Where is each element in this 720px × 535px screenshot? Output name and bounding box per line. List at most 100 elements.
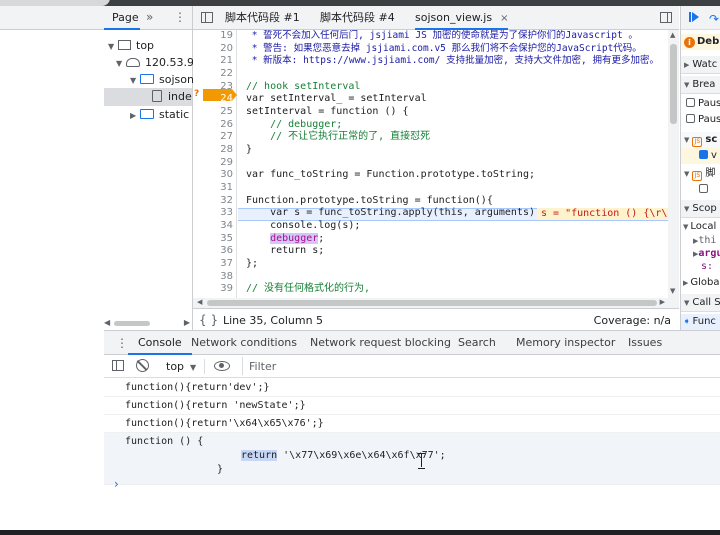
toggle-navigator-icon[interactable] xyxy=(201,12,213,23)
checkbox-checked[interactable] xyxy=(699,150,708,159)
line-number[interactable]: 33 xyxy=(193,207,233,220)
checkbox[interactable] xyxy=(686,98,695,107)
console-prompt[interactable]: › xyxy=(114,477,119,491)
breakpoint-file-snippet[interactable]: ▼ JS 脚 xyxy=(681,166,720,182)
line-gutter[interactable]: ? 19 20 21 22 23 24 25 26 27 28 29 30 31… xyxy=(193,30,237,298)
expanded-arrow-icon[interactable]: ▼ xyxy=(116,55,126,73)
expanded-arrow-icon[interactable]: ▼ xyxy=(684,299,689,307)
section-breakpoints[interactable]: ▼ Brea xyxy=(681,76,720,94)
expanded-arrow-icon[interactable]: ▼ xyxy=(684,205,689,213)
tab-snippet-4[interactable]: 脚本代码段 #4 xyxy=(320,6,395,30)
line-number[interactable]: 31 xyxy=(193,182,233,195)
scroll-left-icon[interactable]: ◀ xyxy=(197,298,202,306)
line-number[interactable]: 23 xyxy=(193,81,233,94)
section-watch[interactable]: ▶ Watc xyxy=(681,56,720,74)
console-message[interactable]: function(){return 'newState';} xyxy=(104,397,720,415)
scope-arguments[interactable]: ▶argu xyxy=(681,247,720,260)
line-number[interactable]: 34 xyxy=(193,220,233,233)
line-number[interactable]: 22 xyxy=(193,68,233,81)
scroll-right-icon[interactable]: ▶ xyxy=(660,298,665,306)
drawer-menu-icon[interactable]: ⋮ xyxy=(116,336,128,350)
close-tab-icon[interactable]: × xyxy=(500,13,508,24)
tree-item-folder-sojson[interactable]: ▼ sojson/ xyxy=(130,71,198,89)
line-number[interactable]: 26 xyxy=(193,119,233,132)
tab-search[interactable]: Search xyxy=(458,331,496,355)
console-message-expanded[interactable]: function () { return '\x77\x69\x6e\x64\x… xyxy=(104,433,720,485)
breakpoint-entry[interactable]: v xyxy=(681,148,720,164)
tab-snippet-1[interactable]: 脚本代码段 #1 xyxy=(225,6,300,30)
console-message[interactable]: function(){return'\x64\x65\x76';} xyxy=(104,415,720,433)
scroll-thumb[interactable] xyxy=(207,300,657,306)
line-number[interactable]: 25 xyxy=(193,106,233,119)
expanded-arrow-icon[interactable]: ▼ xyxy=(683,223,688,231)
tab-sojson-view-js[interactable]: sojson_view.js × xyxy=(415,6,509,30)
checkbox[interactable] xyxy=(699,184,708,193)
pause-caught-option[interactable]: Paus xyxy=(681,112,720,128)
collapsed-arrow-icon[interactable]: ▶ xyxy=(684,61,689,69)
code-area[interactable]: ? 19 20 21 22 23 24 25 26 27 28 29 30 31… xyxy=(193,30,679,298)
context-selector[interactable]: top ▼ xyxy=(166,360,196,373)
line-number[interactable]: 21 xyxy=(193,55,233,68)
tab-issues[interactable]: Issues xyxy=(628,331,662,355)
tab-memory-inspector[interactable]: Memory inspector xyxy=(516,331,615,355)
scope-local[interactable]: ▼ Local xyxy=(681,220,720,233)
pretty-print-icon[interactable]: { } xyxy=(199,313,218,327)
line-number[interactable]: 30 xyxy=(193,169,233,182)
expanded-arrow-icon[interactable]: ▼ xyxy=(684,136,689,144)
tab-network-conditions[interactable]: Network conditions xyxy=(191,331,297,355)
tree-item-folder-static[interactable]: ▶ static xyxy=(130,106,189,124)
section-call-stack[interactable]: ▼ Call S xyxy=(681,294,720,312)
console-filter-input[interactable] xyxy=(242,357,712,375)
live-expression-eye-icon[interactable] xyxy=(214,361,230,371)
scroll-down-icon[interactable]: ▼ xyxy=(670,287,675,295)
line-number[interactable]: 27 xyxy=(193,131,233,144)
tree-item-file-index[interactable]: inde xyxy=(104,88,192,106)
pause-uncaught-option[interactable]: Paus xyxy=(681,96,720,112)
breakpoint-file-sojson[interactable]: ▼ JS sc xyxy=(681,132,720,148)
line-number[interactable]: 32 xyxy=(193,195,233,208)
breakpoint-entry[interactable] xyxy=(681,182,720,198)
collapsed-arrow-icon[interactable]: ▶ xyxy=(683,279,688,287)
console-sidebar-icon[interactable] xyxy=(112,360,124,371)
line-number[interactable]: 19 xyxy=(193,30,233,43)
line-number[interactable]: 35 xyxy=(193,233,233,246)
console-message[interactable]: function(){return'dev';} xyxy=(104,379,720,397)
tab-console[interactable]: Console xyxy=(128,331,192,355)
scroll-thumb[interactable] xyxy=(670,44,677,124)
collapsed-arrow-icon[interactable]: ▶ xyxy=(130,107,140,125)
tab-page[interactable]: Page xyxy=(104,6,140,30)
more-tabs-icon[interactable]: » xyxy=(146,10,153,24)
tree-item-host[interactable]: ▼ 120.53.92 xyxy=(116,54,201,72)
step-over-icon[interactable]: ↷ xyxy=(709,10,719,28)
scroll-right-icon[interactable]: ▶ xyxy=(184,318,190,327)
expanded-arrow-icon[interactable]: ▼ xyxy=(684,81,689,89)
tree-item-top[interactable]: ▼ top xyxy=(108,37,154,55)
clear-console-icon[interactable] xyxy=(136,359,149,372)
line-number[interactable]: 38 xyxy=(193,271,233,284)
scroll-left-icon[interactable]: ◀ xyxy=(104,318,110,327)
toggle-debugger-icon[interactable] xyxy=(660,12,672,23)
checkbox[interactable] xyxy=(686,114,695,123)
scroll-up-icon[interactable]: ▲ xyxy=(670,31,675,39)
line-number-breakpoint[interactable]: 24 xyxy=(193,93,233,106)
line-number[interactable]: 29 xyxy=(193,157,233,170)
inline-variable-value[interactable]: s = "function () {\r\n xyxy=(537,207,678,220)
call-frame[interactable]: ➧ Func xyxy=(681,314,720,330)
tab-network-request-blocking[interactable]: Network request blocking xyxy=(310,331,451,355)
line-number[interactable]: 37 xyxy=(193,258,233,271)
line-number[interactable]: 28 xyxy=(193,144,233,157)
line-number[interactable]: 39 xyxy=(193,283,233,296)
resume-icon[interactable] xyxy=(689,12,699,22)
editor-horizontal-scrollbar[interactable]: ◀ ▶ xyxy=(193,298,679,308)
expanded-arrow-icon[interactable]: ▼ xyxy=(684,170,689,178)
line-number[interactable]: 36 xyxy=(193,245,233,258)
scroll-thumb[interactable] xyxy=(114,321,150,326)
scope-this[interactable]: ▶thi xyxy=(681,234,720,247)
scope-global[interactable]: ▶ Globa xyxy=(681,276,720,289)
navigator-horizontal-scrollbar[interactable]: ◀ ▶ xyxy=(104,318,192,328)
section-scope[interactable]: ▼ Scop xyxy=(681,200,720,218)
line-number[interactable]: 20 xyxy=(193,43,233,56)
editor-vertical-scrollbar[interactable]: ▲ ▼ xyxy=(668,30,679,298)
scope-s[interactable]: s: ' xyxy=(681,260,720,273)
navigator-menu-icon[interactable]: ⋮ xyxy=(174,10,186,24)
